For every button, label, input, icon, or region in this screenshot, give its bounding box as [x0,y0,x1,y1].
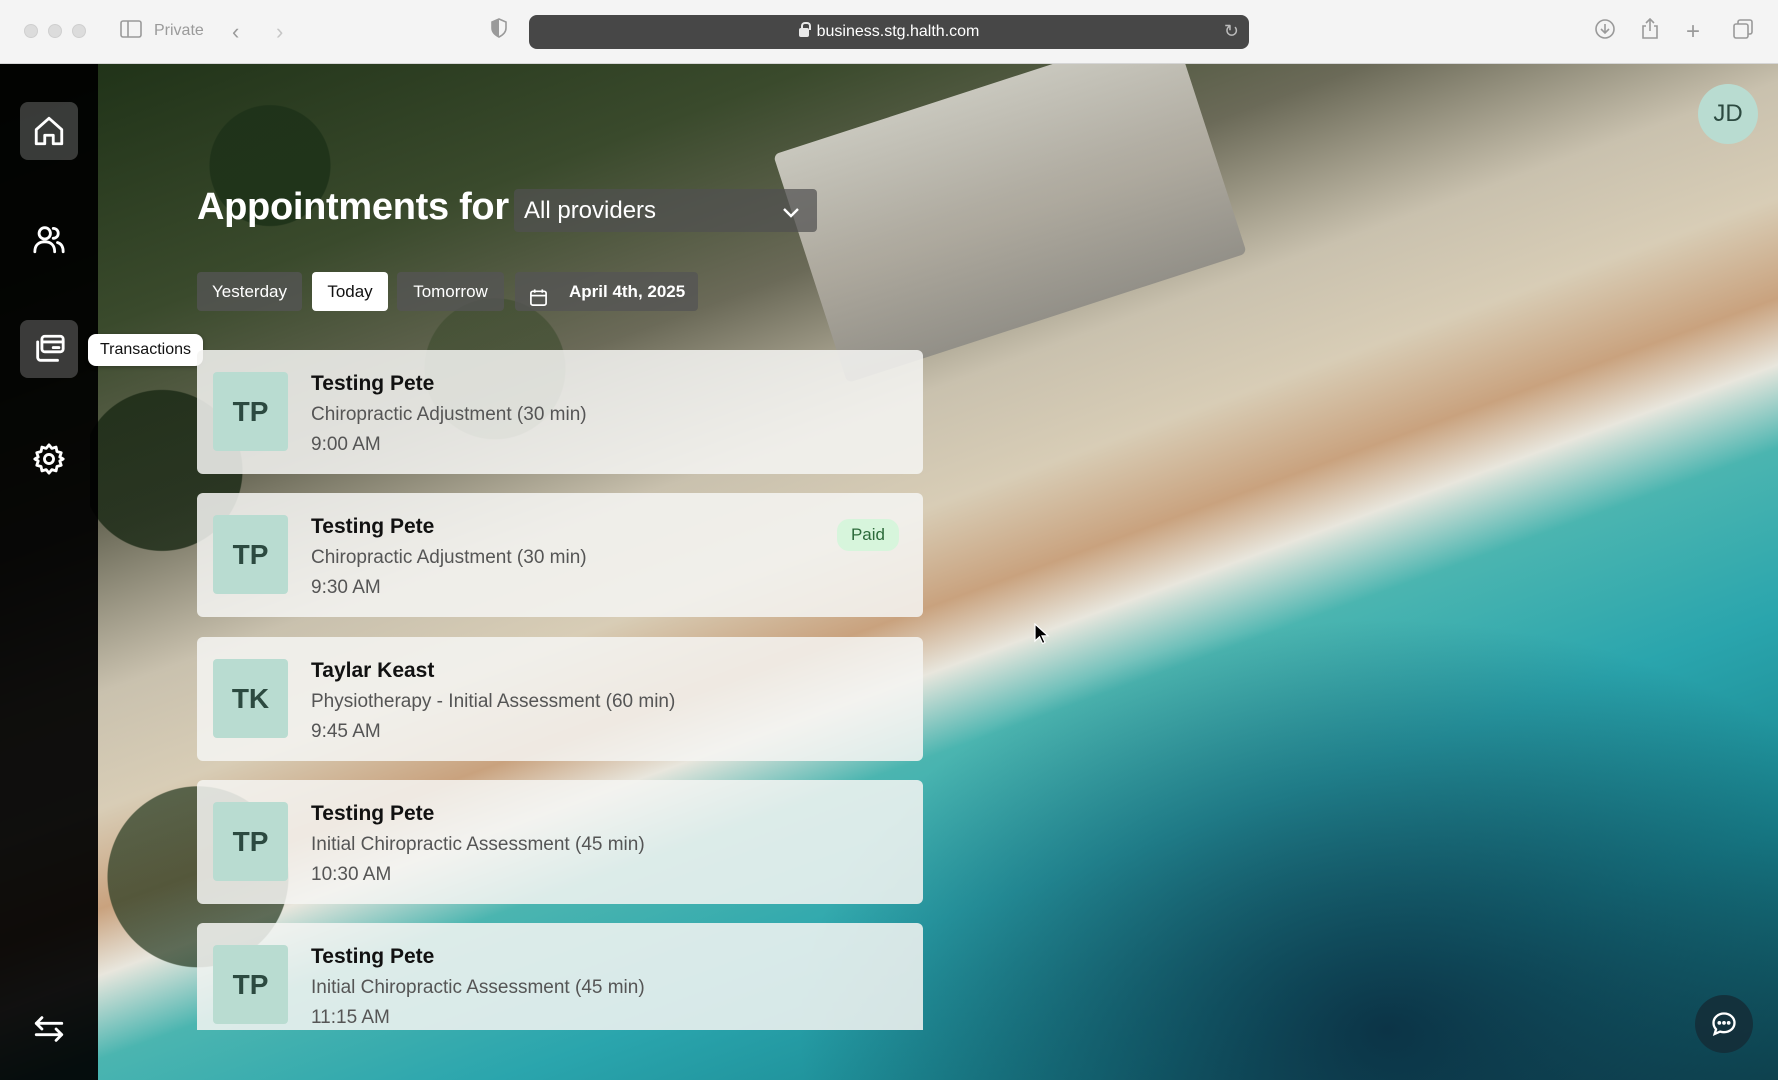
chevron-down-icon [781,201,801,221]
appointment-card[interactable]: TP Testing Pete Initial Chiropractic Ass… [197,780,923,904]
appointment-card[interactable]: TP Testing Pete Chiropractic Adjustment … [197,350,923,474]
forward-icon[interactable]: › [276,18,283,46]
minimize-window-button[interactable] [48,24,62,38]
shield-icon[interactable] [490,18,508,46]
page-title: Appointments for [197,186,509,228]
users-icon [33,226,65,254]
mouse-cursor-icon [1034,623,1050,645]
appointment-card[interactable]: TP Testing Pete Initial Chiropractic Ass… [197,923,923,1030]
private-label: Private [154,22,204,39]
swap-arrows-icon [34,1016,64,1042]
client-avatar: TP [213,802,288,881]
close-window-button[interactable] [24,24,38,38]
appointment-service: Initial Chiropractic Assessment (45 min) [311,977,645,998]
appointment-card[interactable]: TP Testing Pete Chiropractic Adjustment … [197,493,923,617]
back-icon[interactable]: ‹ [232,18,239,46]
client-avatar: TP [213,372,288,451]
browser-toolbar: Private ‹ › business.stg.halth.com ↻ + [0,0,1778,64]
paid-status-badge: Paid [836,519,899,551]
new-tab-icon[interactable]: + [1686,18,1700,46]
appointment-service: Initial Chiropractic Assessment (45 min) [311,834,645,855]
sidebar-item-clients[interactable] [20,210,78,268]
lock-icon [798,22,811,37]
yesterday-button[interactable]: Yesterday [197,272,302,311]
client-name: Testing Pete [311,515,435,538]
client-avatar: TP [213,945,288,1024]
client-name: Testing Pete [311,372,435,395]
calendar-icon [529,282,548,306]
provider-select-value: All providers [524,197,657,224]
tomorrow-button[interactable]: Tomorrow [397,272,504,311]
sidebar [0,64,98,1080]
chat-button[interactable] [1695,995,1753,1053]
client-avatar: TP [213,515,288,594]
appointment-time: 9:00 AM [311,434,381,455]
client-name: Testing Pete [311,802,435,825]
share-icon[interactable] [1640,17,1660,46]
url-text: business.stg.halth.com [816,23,980,40]
sidebar-item-transactions[interactable] [20,320,78,378]
appointment-time: 11:15 AM [311,1007,390,1028]
client-avatar: TK [213,659,288,738]
home-icon [34,116,64,146]
sidebar-item-switch[interactable] [20,1000,78,1058]
transactions-tooltip: Transactions [88,334,203,366]
appointment-time: 10:30 AM [311,864,392,885]
gear-icon [33,443,65,475]
address-bar[interactable]: business.stg.halth.com ↻ [529,15,1249,49]
sidebar-item-home[interactable] [20,102,78,160]
appointment-time: 9:45 AM [311,721,381,742]
client-name: Taylar Keast [311,659,435,682]
appointment-card[interactable]: TK Taylar Keast Physiotherapy - Initial … [197,637,923,761]
appointment-service: Chiropractic Adjustment (30 min) [311,547,587,568]
transactions-icon [36,334,65,362]
today-button[interactable]: Today [312,272,388,311]
appointment-service: Chiropractic Adjustment (30 min) [311,404,587,425]
date-label: April 4th, 2025 [569,282,686,301]
reload-icon[interactable]: ↻ [1224,21,1239,42]
maximize-window-button[interactable] [72,24,86,38]
chat-bubble-icon [1712,1012,1736,1036]
appointment-time: 9:30 AM [311,577,381,598]
appointment-service: Physiotherapy - Initial Assessment (60 m… [311,691,676,712]
client-name: Testing Pete [311,945,435,968]
date-picker-button[interactable]: April 4th, 2025 [515,272,698,311]
provider-select[interactable]: All providers [514,189,817,232]
sidebar-toggle-icon[interactable] [120,18,142,46]
download-icon[interactable] [1594,18,1616,46]
sidebar-item-settings[interactable] [20,430,78,488]
user-avatar[interactable]: JD [1698,84,1758,144]
tabs-overview-icon[interactable] [1732,18,1754,46]
